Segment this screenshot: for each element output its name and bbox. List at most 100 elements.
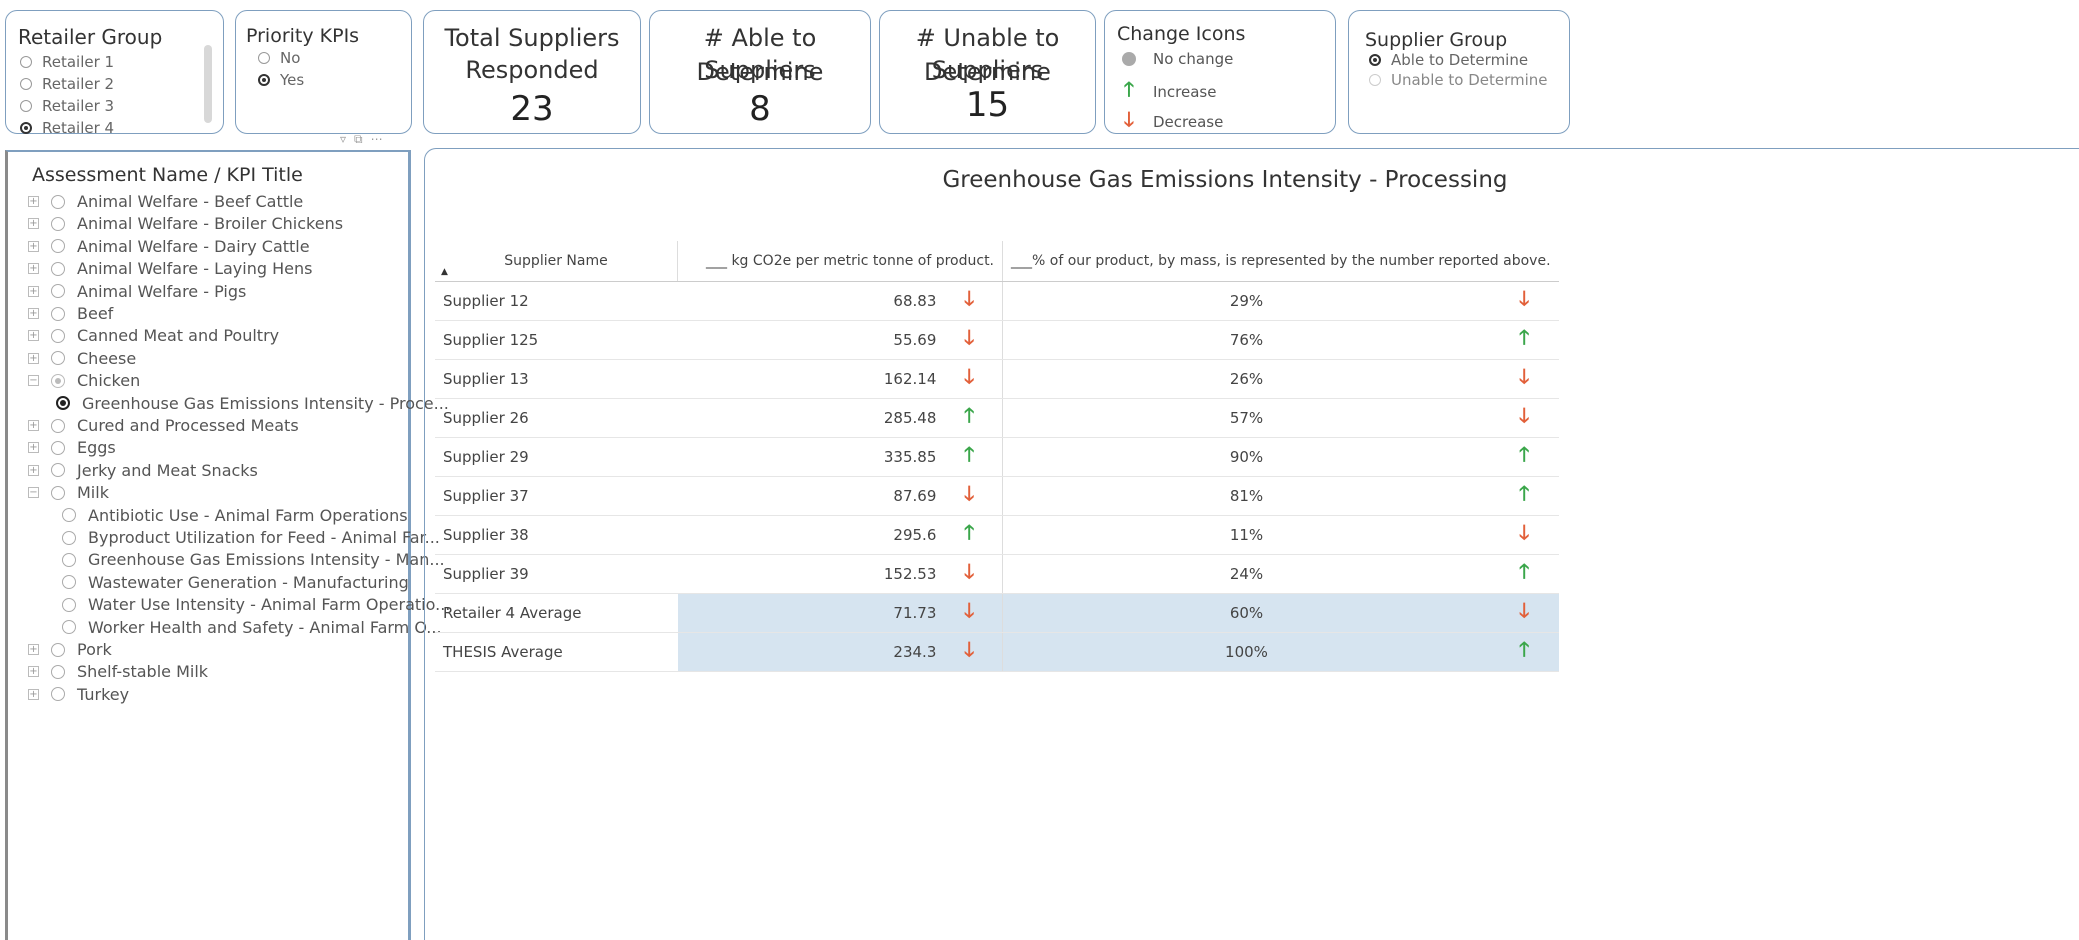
expand-icon[interactable]: + xyxy=(28,218,39,230)
expand-icon[interactable]: + xyxy=(28,240,39,252)
expand-icon[interactable]: + xyxy=(28,464,39,476)
radio-checked-icon[interactable] xyxy=(56,396,70,411)
column-header-percent-product[interactable]: ___% of our product, by mass, is represe… xyxy=(1002,241,1559,282)
radio-icon[interactable] xyxy=(51,373,65,388)
focus-mode-icon[interactable]: ⧉ xyxy=(354,132,371,146)
radio-icon[interactable] xyxy=(62,530,76,545)
table-row[interactable]: Supplier 26 285.48 🡑 57% 🡓 xyxy=(435,398,1559,438)
tree-item[interactable]: Greenhouse Gas Emissions Intensity - Man… xyxy=(52,550,445,569)
tree-header: Assessment Name / KPI Title xyxy=(32,164,303,186)
expand-icon[interactable]: + xyxy=(28,688,39,700)
radio-icon[interactable] xyxy=(51,306,65,321)
expand-icon[interactable]: + xyxy=(28,308,39,319)
red-down-arrow-icon: 🡓 xyxy=(1489,515,1559,555)
green-up-arrow-icon: 🡑 xyxy=(936,398,1004,438)
table-row[interactable]: Supplier 29 335.85 🡑 90% 🡑 xyxy=(435,437,1559,477)
radio-icon[interactable] xyxy=(51,216,65,231)
priority-option-yes[interactable]: Yes xyxy=(258,71,304,89)
table-row[interactable]: Supplier 39 152.53 🡓 24% 🡑 xyxy=(435,554,1559,594)
tree-item[interactable]: + Animal Welfare - Pigs xyxy=(28,282,246,301)
table-row[interactable]: Supplier 38 295.6 🡑 11% 🡓 xyxy=(435,515,1559,555)
retailer-option-4[interactable]: Retailer 4 xyxy=(20,119,114,137)
radio-icon[interactable] xyxy=(51,418,65,433)
supplier-option-unable[interactable]: Unable to Determine xyxy=(1369,71,1548,89)
collapse-icon[interactable]: − xyxy=(28,487,39,499)
tree-item[interactable]: Antibiotic Use - Animal Farm Operations xyxy=(52,506,408,525)
retailer-option-2[interactable]: Retailer 2 xyxy=(20,75,114,93)
column-header-kg-co2e[interactable]: ___ kg CO2e per metric tonne of product. xyxy=(677,241,1004,282)
expand-icon[interactable]: + xyxy=(28,330,39,342)
tree-item-label: Animal Welfare - Pigs xyxy=(77,281,247,301)
tree-item[interactable]: Byproduct Utilization for Feed - Animal … xyxy=(52,528,440,547)
expand-icon[interactable]: + xyxy=(28,442,39,454)
tree-item[interactable]: Greenhouse Gas Emissions Intensity - Pro… xyxy=(52,394,449,413)
tree-item[interactable]: + Animal Welfare - Broiler Chickens xyxy=(28,214,343,233)
tree-item[interactable]: + Cured and Processed Meats xyxy=(28,416,299,435)
average-row[interactable]: Retailer 4 Average 71.73 🡓 60% 🡓 xyxy=(435,593,1559,633)
expand-icon[interactable]: + xyxy=(28,196,39,207)
radio-icon[interactable] xyxy=(62,620,76,635)
expand-icon[interactable]: + xyxy=(28,263,39,275)
expand-icon[interactable]: + xyxy=(28,644,39,655)
tree-item[interactable]: + Cheese xyxy=(28,349,136,368)
tree-item[interactable]: + Animal Welfare - Laying Hens xyxy=(28,259,312,278)
expand-icon[interactable]: + xyxy=(28,285,39,297)
radio-icon[interactable] xyxy=(51,194,65,209)
tree-item[interactable]: Wastewater Generation - Manufacturing xyxy=(52,573,409,592)
kg-co2e-cell: 87.69 xyxy=(677,476,937,516)
priority-kpis-title: Priority KPIs xyxy=(246,25,360,47)
supplier-group-slicer: Supplier Group Able to Determine Unable … xyxy=(1348,10,1570,134)
retailer-option-1[interactable]: Retailer 1 xyxy=(20,53,114,71)
tree-item[interactable]: + Eggs xyxy=(28,438,116,457)
tree-item-label: Beef xyxy=(77,304,114,323)
radio-icon[interactable] xyxy=(62,597,76,612)
column-header-supplier-name[interactable]: ▲ Supplier Name xyxy=(435,241,678,282)
radio-icon[interactable] xyxy=(51,261,65,276)
radio-icon[interactable] xyxy=(51,328,65,343)
table-row[interactable]: Supplier 12 68.83 🡓 29% 🡓 xyxy=(435,281,1559,321)
priority-option-no[interactable]: No xyxy=(258,49,300,67)
radio-icon[interactable] xyxy=(51,687,65,702)
tree-item[interactable]: + Jerky and Meat Snacks xyxy=(28,461,258,480)
retailer-scrollbar[interactable] xyxy=(204,45,212,123)
expand-icon[interactable]: + xyxy=(28,420,39,431)
radio-icon[interactable] xyxy=(51,642,65,657)
tree-item[interactable]: Worker Health and Safety - Animal Farm O… xyxy=(52,618,442,637)
tree-item-label: Animal Welfare - Dairy Cattle xyxy=(77,236,310,256)
radio-icon[interactable] xyxy=(62,552,76,567)
tree-item[interactable]: + Shelf-stable Milk xyxy=(28,662,208,681)
supplier-option-able[interactable]: Able to Determine xyxy=(1369,51,1528,69)
table-row[interactable]: Supplier 125 55.69 🡓 76% 🡑 xyxy=(435,320,1559,360)
tree-item[interactable]: + Animal Welfare - Beef Cattle xyxy=(28,192,303,211)
expand-icon[interactable]: + xyxy=(28,666,39,678)
tree-item[interactable]: + Animal Welfare - Dairy Cattle xyxy=(28,237,310,256)
tree-item[interactable]: − Milk xyxy=(28,483,109,502)
tree-item[interactable]: + Canned Meat and Poultry xyxy=(28,326,279,345)
tree-item[interactable]: + Pork xyxy=(28,640,112,659)
table-row[interactable]: Supplier 37 87.69 🡓 81% 🡑 xyxy=(435,476,1559,516)
tree-item[interactable]: + Turkey xyxy=(28,685,129,704)
radio-icon[interactable] xyxy=(51,463,65,478)
radio-icon[interactable] xyxy=(51,485,65,500)
average-row[interactable]: THESIS Average 234.3 🡓 100% 🡑 xyxy=(435,632,1559,672)
collapse-icon[interactable]: − xyxy=(28,375,39,387)
radio-icon[interactable] xyxy=(51,664,65,679)
tree-item[interactable]: − Chicken xyxy=(28,371,140,390)
more-options-icon[interactable]: ⋯ xyxy=(371,132,391,146)
filter-icon[interactable]: ▿ xyxy=(340,132,354,146)
total-suppliers-card: Total Suppliers Responded 23 xyxy=(423,10,641,134)
tree-item[interactable]: + Beef xyxy=(28,304,113,323)
expand-icon[interactable]: + xyxy=(28,352,39,364)
radio-icon[interactable] xyxy=(51,239,65,254)
kpi-title-line2: Responded xyxy=(465,56,599,84)
radio-icon[interactable] xyxy=(62,508,76,523)
radio-icon[interactable] xyxy=(51,284,65,299)
retailer-option-3[interactable]: Retailer 3 xyxy=(20,97,114,115)
radio-icon[interactable] xyxy=(62,575,76,590)
tree-item[interactable]: Water Use Intensity - Animal Farm Operat… xyxy=(52,595,450,614)
table-row[interactable]: Supplier 13 162.14 🡓 26% 🡓 xyxy=(435,359,1559,399)
sort-ascending-icon[interactable]: ▲ xyxy=(441,267,448,277)
radio-icon[interactable] xyxy=(51,351,65,366)
red-down-arrow-icon: 🡓 xyxy=(936,476,1004,516)
radio-icon[interactable] xyxy=(51,440,65,455)
